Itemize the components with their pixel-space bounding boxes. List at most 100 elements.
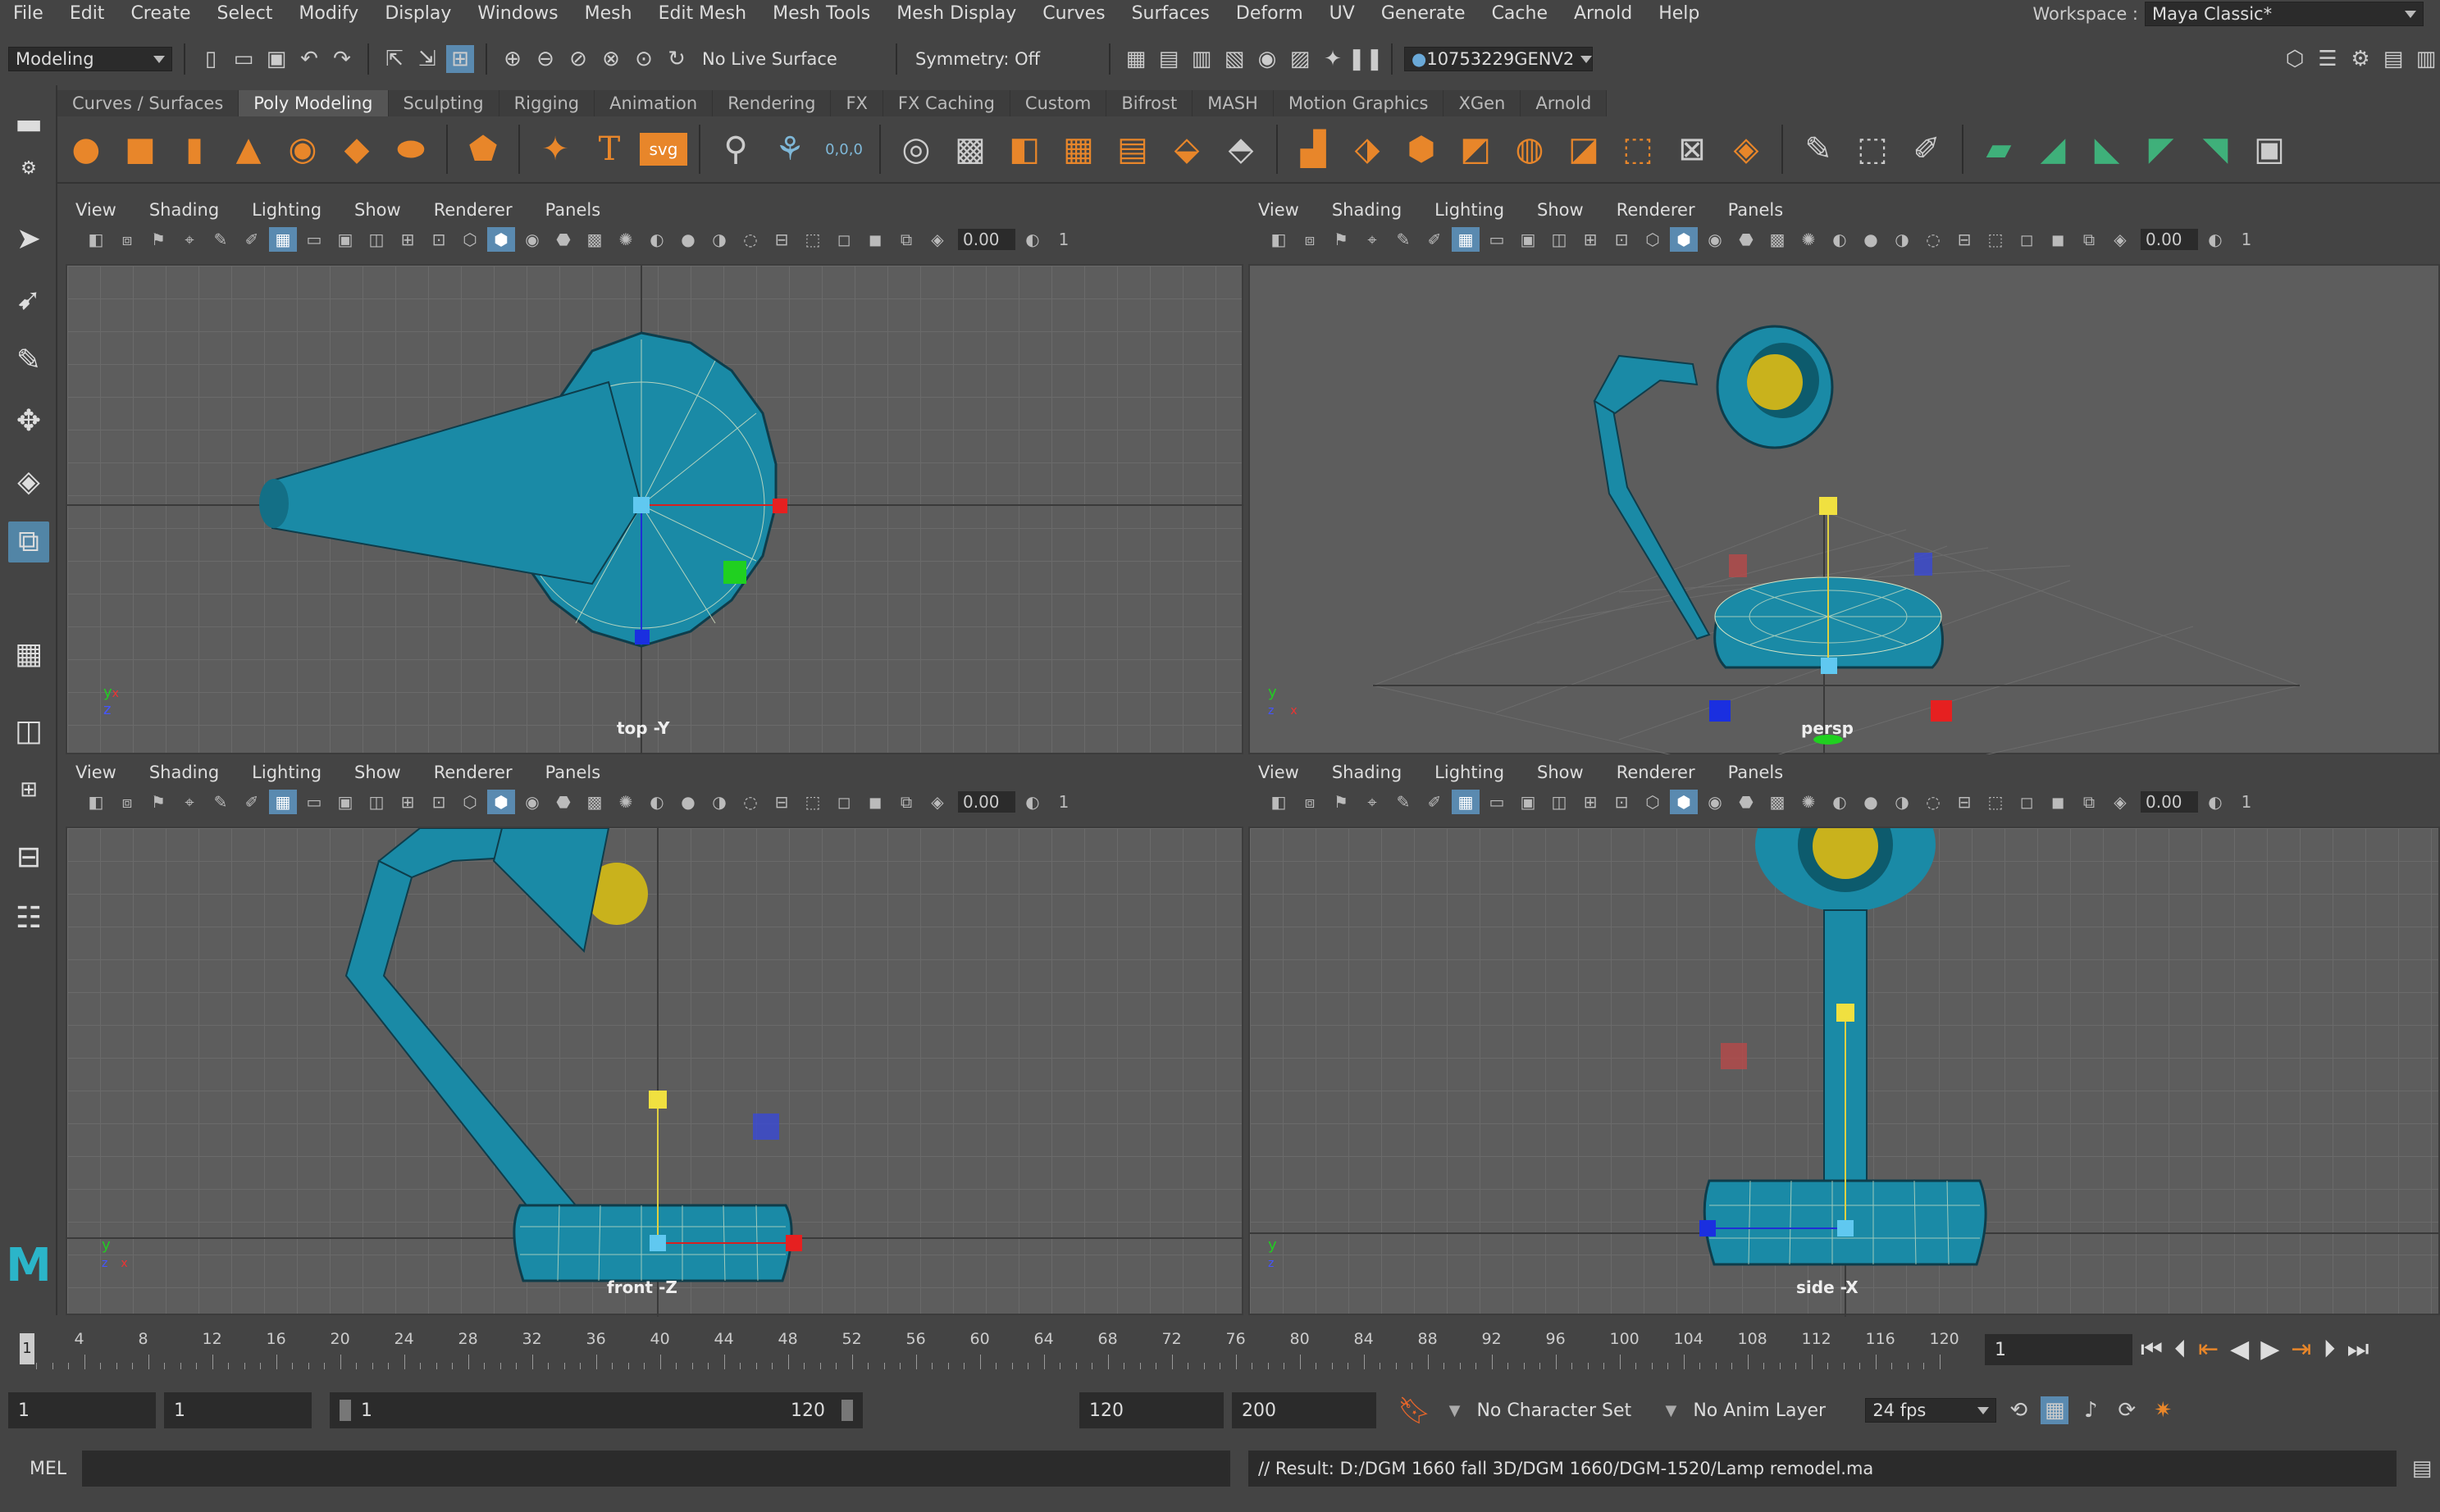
lamp-arm-persp[interactable]: [1593, 354, 1711, 640]
append-polygon-icon[interactable]: ⬗: [1343, 125, 1391, 173]
lamp-shade-persp[interactable]: [1716, 325, 1834, 449]
poke-icon[interactable]: ◩: [1452, 125, 1499, 173]
ambient-occlusion-icon[interactable]: ●: [674, 790, 702, 814]
camera-icon[interactable]: ◧: [82, 227, 110, 252]
save-scene-icon[interactable]: ▣: [262, 45, 290, 73]
smooth-icon[interactable]: ◎: [892, 125, 940, 173]
time-slider-ruler[interactable]: 1 4 8 12 16 20 24 28 32 36 40 44 48 52 56 60 64 68 72 76 80…: [20, 1330, 1972, 1369]
gamma-icon[interactable]: ◐: [2201, 790, 2229, 814]
step-back-frame-icon[interactable]: ⏴: [2174, 1335, 2187, 1364]
poly-disc-icon[interactable]: ⬬: [387, 125, 435, 173]
camera-icon[interactable]: ◧: [1265, 790, 1293, 814]
snap-curve-icon[interactable]: ⊖: [531, 45, 559, 73]
animation-settings-icon[interactable]: ✷: [2149, 1396, 2177, 1424]
grease-pencil-icon[interactable]: ✐: [238, 790, 266, 814]
shelf-tab-fx-caching[interactable]: FX Caching: [883, 90, 1010, 116]
wireframe-icon[interactable]: ⬡: [456, 790, 484, 814]
cache-playback-icon[interactable]: ▦: [2041, 1396, 2069, 1424]
depth-of-field-icon[interactable]: ⊟: [768, 227, 796, 252]
two-d-pan-icon[interactable]: ✎: [207, 227, 235, 252]
xray-icon[interactable]: ◻: [830, 227, 858, 252]
ambient-occlusion-icon[interactable]: ●: [1857, 227, 1885, 252]
shelf-tab-mash[interactable]: MASH: [1193, 90, 1274, 116]
lasso-tool-icon[interactable]: ➹: [8, 279, 49, 320]
anti-aliasing-icon[interactable]: ◌: [737, 227, 764, 252]
poly-sphere-icon[interactable]: ●: [62, 125, 110, 173]
menu-create[interactable]: Create: [117, 3, 203, 24]
image-plane-icon[interactable]: ⌖: [1358, 790, 1386, 814]
grid-icon[interactable]: ▦: [1452, 790, 1480, 814]
shelf-tab-arnold[interactable]: Arnold: [1521, 90, 1608, 116]
film-gate-icon[interactable]: ▭: [1483, 227, 1511, 252]
shelf-tab-bifrost[interactable]: Bifrost: [1106, 90, 1193, 116]
gamma-icon[interactable]: ◐: [2201, 227, 2229, 252]
grease-pencil-icon[interactable]: ✐: [1421, 227, 1448, 252]
menu-display[interactable]: Display: [372, 3, 464, 24]
panel-menu-shading[interactable]: Shading: [149, 200, 219, 220]
anti-aliasing-icon[interactable]: ◌: [1919, 227, 1947, 252]
gamma-icon[interactable]: ◐: [1019, 227, 1047, 252]
shelf-tab-custom[interactable]: Custom: [1010, 90, 1107, 116]
crease-icon[interactable]: ⊠: [1668, 125, 1716, 173]
attribute-editor-icon[interactable]: ☰: [2314, 45, 2342, 73]
shelf-tab-xgen[interactable]: XGen: [1443, 90, 1521, 116]
panel-menu-lighting[interactable]: Lighting: [1434, 200, 1504, 220]
poly-cylinder-icon[interactable]: ▮: [171, 125, 218, 173]
grease-pencil-icon[interactable]: ✐: [1421, 790, 1448, 814]
smooth-shade-icon[interactable]: ⬢: [487, 790, 515, 814]
smooth-shade-icon[interactable]: ⬢: [1670, 790, 1698, 814]
wireframe-on-shaded-icon[interactable]: ⬣: [1732, 227, 1760, 252]
panel-menu-renderer[interactable]: Renderer: [434, 763, 513, 782]
image-plane-icon[interactable]: ⌖: [176, 227, 203, 252]
range-bar[interactable]: 1 120: [330, 1392, 863, 1428]
shadows-icon[interactable]: ◐: [1826, 790, 1854, 814]
tool-settings-icon[interactable]: ⚙: [2347, 45, 2374, 73]
platonic-solid-icon[interactable]: ⬟: [459, 125, 507, 173]
exposure-icon[interactable]: ◈: [924, 227, 951, 252]
select-component-icon[interactable]: ⊞: [446, 45, 474, 73]
default-material-icon[interactable]: ◉: [1701, 790, 1729, 814]
select-hierarchy-icon[interactable]: ⇱: [381, 45, 408, 73]
gamma-value[interactable]: 1: [2232, 227, 2260, 252]
gate-mask-icon[interactable]: ◫: [363, 790, 390, 814]
camera-attributes-icon[interactable]: ⧈: [1296, 227, 1324, 252]
anti-aliasing-icon[interactable]: ◌: [737, 790, 764, 814]
field-chart-icon[interactable]: ⊞: [394, 790, 422, 814]
xray-joints-icon[interactable]: ◼: [2044, 227, 2072, 252]
poly-plane-icon[interactable]: ◆: [333, 125, 381, 173]
motion-blur-icon[interactable]: ◑: [1888, 227, 1916, 252]
panel-menu-view[interactable]: View: [1258, 200, 1299, 220]
gamma-value[interactable]: 1: [2232, 790, 2260, 814]
play-forwards-icon[interactable]: ▶: [2260, 1335, 2279, 1364]
bevel-edge-icon[interactable]: ◪: [1560, 125, 1608, 173]
panel-menu-lighting[interactable]: Lighting: [252, 200, 322, 220]
lamp-shade-side[interactable]: [1755, 828, 1936, 912]
grid-icon[interactable]: ▦: [1452, 227, 1480, 252]
extrude-grid-icon[interactable]: ▤: [1109, 125, 1156, 173]
symmetry-dropdown[interactable]: Symmetry: Off: [909, 47, 1097, 71]
menu-deform[interactable]: Deform: [1223, 3, 1316, 24]
playback-end-field[interactable]: 120: [1079, 1392, 1224, 1428]
go-to-end-icon[interactable]: ⏭: [2347, 1335, 2369, 1364]
cylindrical-uv-icon[interactable]: ◣: [2083, 125, 2131, 173]
wireframe-on-shaded-icon[interactable]: ⬣: [550, 227, 577, 252]
lamp-shade-top[interactable]: [259, 380, 643, 585]
panel-menu-renderer[interactable]: Renderer: [1617, 200, 1695, 220]
isolate-select-icon[interactable]: ⬚: [1982, 227, 2009, 252]
xray-components-icon[interactable]: ⧉: [892, 790, 920, 814]
resolution-gate-icon[interactable]: ▣: [331, 227, 359, 252]
open-scene-icon[interactable]: ▭: [230, 45, 258, 73]
menu-mesh[interactable]: Mesh: [572, 3, 645, 24]
boolean-icon[interactable]: ▩: [946, 125, 994, 173]
isolate-select-icon[interactable]: ⬚: [799, 790, 827, 814]
gamma-value[interactable]: 1: [1050, 227, 1078, 252]
grid-icon[interactable]: ▦: [269, 790, 297, 814]
gate-mask-icon[interactable]: ◫: [1545, 227, 1573, 252]
panel-menu-view[interactable]: View: [75, 200, 116, 220]
uv-editor-icon[interactable]: ▰: [1975, 125, 2023, 173]
shadows-icon[interactable]: ◐: [1826, 227, 1854, 252]
shelf-tab-poly-modeling[interactable]: Poly Modeling: [239, 90, 389, 116]
wireframe-on-shaded-icon[interactable]: ⬣: [1732, 790, 1760, 814]
menu-uv[interactable]: UV: [1316, 3, 1368, 24]
panel-menu-lighting[interactable]: Lighting: [1434, 763, 1504, 782]
